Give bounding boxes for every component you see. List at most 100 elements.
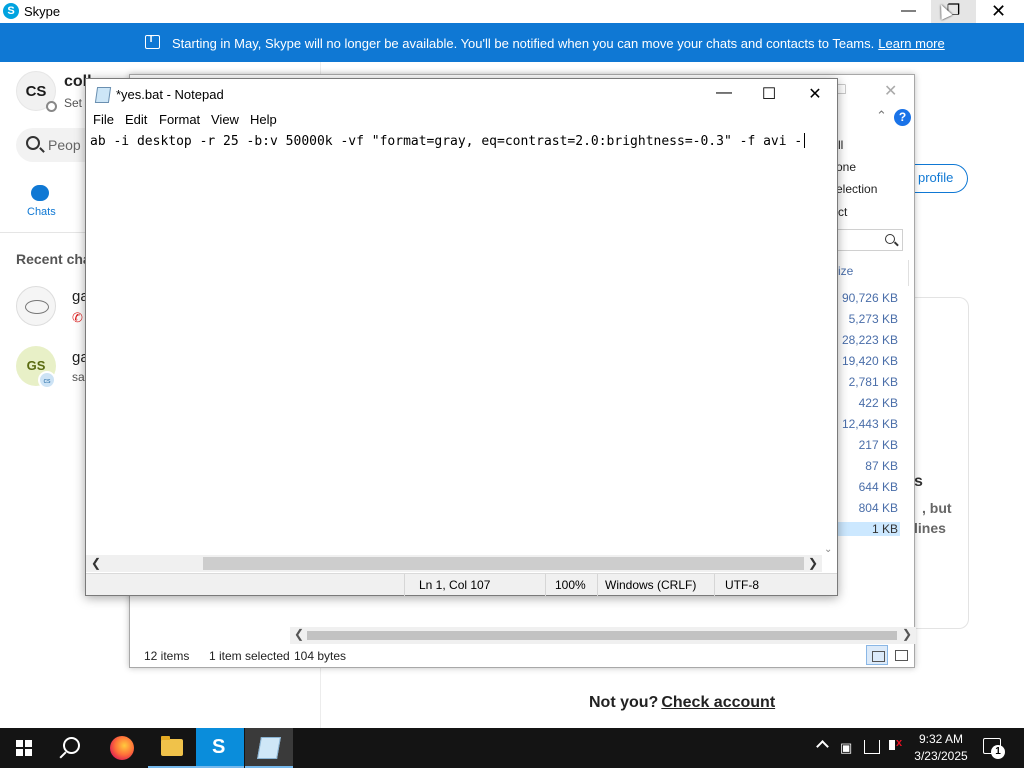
banner-message: Starting in May, Skype will no longer be… [172, 36, 945, 51]
chat-preview: sa [72, 370, 85, 384]
search-icon [63, 737, 80, 754]
file-size-cell[interactable]: 28,223 KB [828, 333, 898, 347]
ribbon-item[interactable]: ct [838, 205, 847, 219]
teams-icon [145, 34, 160, 49]
card-text: , but [922, 500, 952, 516]
horizontal-scrollbar[interactable]: ❮ ❯ [290, 627, 916, 644]
skype-icon [196, 728, 244, 768]
file-size-cell[interactable]: 217 KB [828, 438, 898, 452]
card-heading: s [914, 473, 923, 490]
file-size-cell[interactable]: 87 KB [828, 459, 898, 473]
large-icons-view-button[interactable] [890, 645, 912, 665]
line-endings: Windows (CRLF) [605, 578, 697, 592]
file-size-cell[interactable]: 90,726 KB [828, 291, 898, 305]
close-button[interactable]: ✕ [800, 84, 830, 104]
menu-format[interactable]: Format [159, 112, 200, 127]
menu-view[interactable]: View [211, 112, 239, 127]
details-view-button[interactable] [866, 645, 888, 665]
file-size-cell[interactable]: 422 KB [828, 396, 898, 410]
vertical-scrollbar[interactable]: ⌄ [822, 129, 837, 555]
chats-icon[interactable] [31, 185, 49, 201]
explorer-search-input[interactable] [836, 229, 903, 251]
time: 9:32 AM [918, 732, 964, 746]
start-button[interactable] [0, 728, 48, 768]
recent-chats-heading: Recent cha [16, 251, 91, 267]
file-size-cell[interactable]: 5,273 KB [828, 312, 898, 326]
scrollbar-thumb[interactable] [203, 557, 804, 570]
cursor-position: Ln 1, Col 107 [419, 578, 491, 592]
selection-count: 1 item selected [209, 649, 290, 663]
ribbon-item[interactable]: one [836, 160, 856, 174]
notification-badge: 1 [991, 745, 1005, 759]
mini-avatar: cs [38, 371, 56, 389]
size-column-header[interactable]: ize [838, 264, 853, 278]
menu-help[interactable]: Help [250, 112, 277, 127]
help-icon[interactable]: ? [894, 109, 911, 126]
volume-muted-icon[interactable] [889, 737, 902, 750]
network-icon[interactable] [864, 740, 880, 754]
taskbar: ▣ 9:32 AM 3/23/2025 1 [0, 728, 1024, 768]
zoom-level: 100% [555, 578, 586, 592]
notepad-window: *yes.bat - Notepad — ☐ ✕ File Edit Forma… [85, 78, 838, 596]
horizontal-scrollbar[interactable]: ❮ ❯ [86, 555, 822, 572]
check-account-link[interactable]: Check account [661, 694, 775, 711]
clock[interactable]: 9:32 AM 3/23/2025 [910, 731, 972, 765]
minimize-button[interactable]: — [709, 84, 739, 102]
text-caret [804, 133, 806, 148]
start-icon [16, 740, 32, 756]
profile-button[interactable]: profile [908, 164, 968, 193]
tab-chats[interactable]: Chats [27, 206, 56, 218]
file-size-cell[interactable]: 12,443 KB [828, 417, 898, 431]
firefox-button[interactable] [98, 728, 146, 768]
skype-button[interactable] [196, 728, 244, 768]
window-title: Skype [24, 4, 61, 19]
scroll-right-icon[interactable]: ❯ [902, 627, 912, 641]
scroll-down-icon[interactable]: ⌄ [824, 544, 832, 555]
file-size-cell[interactable]: 2,781 KB [828, 375, 898, 389]
search-placeholder: Peop [48, 137, 81, 153]
card-text: lines [914, 520, 946, 536]
search-icon [885, 234, 895, 244]
meet-now-icon[interactable]: ▣ [840, 740, 852, 756]
menu-edit[interactable]: Edit [125, 112, 147, 127]
not-you-text: Not you? Check account [589, 694, 776, 711]
divider [597, 574, 598, 596]
maximize-button[interactable]: ☐ [754, 84, 784, 104]
close-button[interactable]: ✕ [976, 0, 1021, 23]
file-size-cell[interactable]: 1 KB [832, 522, 900, 536]
scroll-left-icon[interactable]: ❮ [91, 556, 101, 570]
file-size-cell[interactable]: 644 KB [828, 480, 898, 494]
file-explorer-icon [161, 736, 183, 756]
ribbon-item[interactable]: ll [838, 138, 843, 152]
menu-bar: File Edit Format View Help [86, 109, 837, 129]
scroll-left-icon[interactable]: ❮ [294, 627, 304, 641]
notepad-icon [257, 737, 281, 759]
date: 3/23/2025 [914, 749, 968, 763]
notepad-status-bar: Ln 1, Col 107 100% Windows (CRLF) UTF-8 [86, 573, 837, 596]
editor-content[interactable]: ab -i desktop -r 25 -b:v 50000k -vf "for… [90, 133, 806, 149]
search-button[interactable] [48, 728, 96, 768]
file-size-cell[interactable]: 804 KB [828, 501, 898, 515]
search-icon [26, 136, 40, 150]
presence-icon [46, 101, 57, 112]
text-editor[interactable]: ab -i desktop -r 25 -b:v 50000k -vf "for… [86, 129, 837, 555]
notepad-button[interactable] [245, 728, 293, 768]
notepad-titlebar: *yes.bat - Notepad — ☐ ✕ [86, 79, 837, 109]
profile-status[interactable]: Set [64, 96, 82, 110]
teams-migration-banner: Starting in May, Skype will no longer be… [0, 23, 1024, 62]
file-explorer-button[interactable] [148, 728, 196, 768]
learn-more-link[interactable]: Learn more [878, 36, 944, 51]
scrollbar-thumb[interactable] [307, 631, 897, 640]
ribbon-item[interactable]: election [836, 182, 877, 196]
close-icon[interactable]: ✕ [884, 81, 897, 101]
selection-size: 104 bytes [294, 649, 347, 663]
minimize-button[interactable]: — [886, 0, 931, 23]
file-size-cell[interactable]: 19,420 KB [828, 354, 898, 368]
scroll-right-icon[interactable]: ❯ [808, 556, 818, 570]
menu-file[interactable]: File [93, 112, 114, 127]
show-hidden-icons-icon[interactable] [816, 740, 829, 753]
divider [404, 574, 405, 596]
chat-avatar[interactable] [16, 286, 56, 326]
skype-logo-icon: S [3, 3, 19, 19]
collapse-ribbon-icon[interactable]: ⌃ [876, 108, 887, 124]
